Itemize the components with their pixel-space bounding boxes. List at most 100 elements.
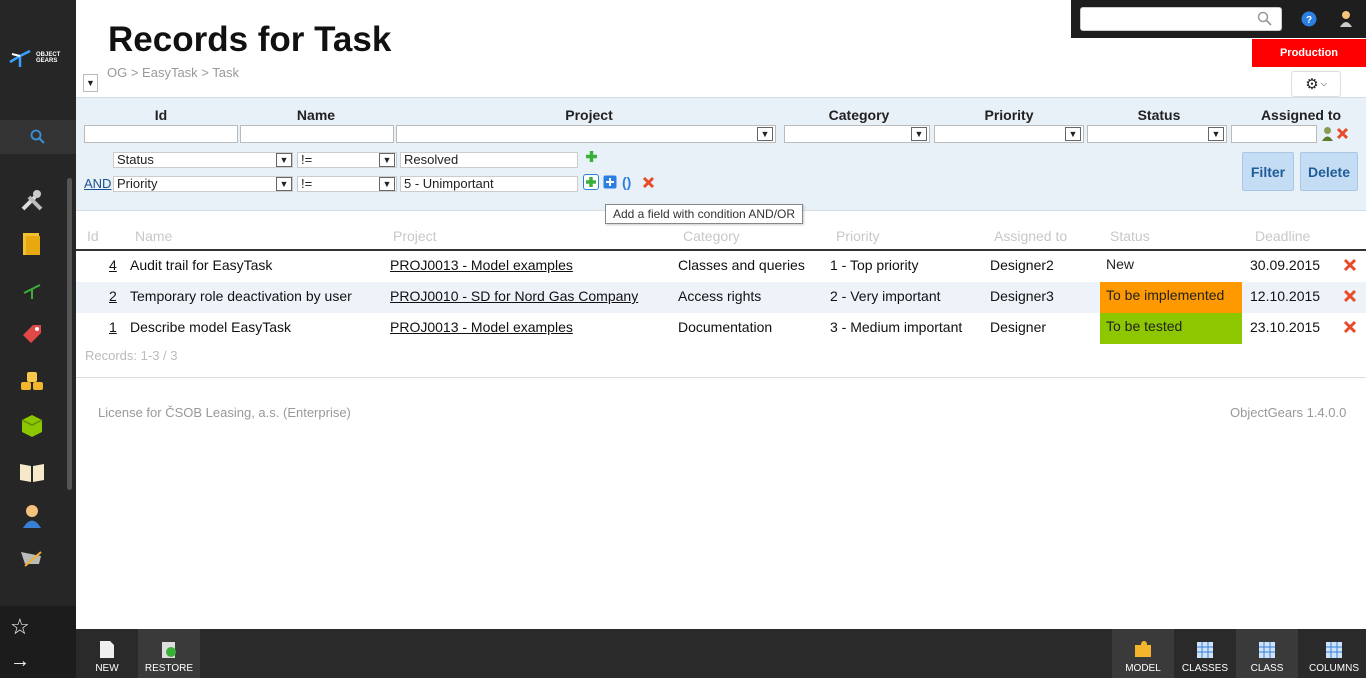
dropdown-arrow-icon[interactable]: ▼ (379, 177, 395, 191)
condition-connector[interactable]: AND (84, 176, 111, 191)
col-header-category[interactable]: Category (683, 228, 740, 244)
filter-name-input[interactable] (240, 125, 394, 143)
filter-button[interactable]: Filter (1242, 152, 1294, 191)
filter-header-status: Status (1137, 107, 1181, 123)
delete-row-icon[interactable] (1343, 258, 1357, 272)
sidebar-search[interactable] (0, 120, 76, 154)
parentheses-icon[interactable]: () (622, 174, 631, 190)
app-logo[interactable]: OBJECT GEARS (8, 44, 70, 72)
gears-icon[interactable] (18, 277, 46, 305)
dropdown-arrow-icon: ▼ (911, 127, 927, 141)
table-row[interactable]: 4 Audit trail for EasyTask PROJ0013 - Mo… (76, 251, 1366, 282)
dropdown-arrow-icon[interactable]: ▼ (276, 177, 292, 191)
row-priority: 3 - Medium important (830, 319, 963, 335)
table-row[interactable]: 2 Temporary role deactivation by user PR… (76, 282, 1366, 313)
add-and-or-button[interactable] (583, 174, 599, 190)
restore-icon (162, 642, 176, 658)
row-assigned: Designer (990, 319, 1047, 335)
search-icon (30, 129, 45, 144)
columns-button[interactable]: COLUMNS (1302, 629, 1366, 678)
breadcrumb[interactable]: OG > EasyTask > Task (107, 65, 239, 80)
condition-2-value[interactable]: 5 - Unimportant (400, 176, 578, 192)
row-priority: 1 - Top priority (830, 257, 919, 273)
columns-label: COLUMNS (1308, 663, 1359, 674)
tools-icon[interactable] (18, 186, 46, 214)
user-icon[interactable] (18, 502, 46, 530)
restore-label: RESTORE (144, 663, 194, 674)
table-icon (1259, 642, 1275, 658)
row-id[interactable]: 4 (109, 257, 117, 273)
cart-icon[interactable] (18, 546, 46, 574)
settings-button[interactable]: ⚙ ⌵ (1291, 71, 1341, 97)
add-subcondition-icon[interactable] (603, 175, 617, 189)
arrow-right-icon[interactable]: → (10, 650, 30, 673)
col-header-id[interactable]: Id (87, 228, 99, 244)
star-icon[interactable]: ☆ (10, 614, 30, 640)
row-project[interactable]: PROJ0013 - Model examples (390, 319, 573, 335)
classes-button[interactable]: CLASSES (1174, 629, 1236, 678)
row-deadline: 23.10.2015 (1250, 319, 1321, 335)
sidebar-bottom: ☆ → (0, 606, 76, 678)
restore-button[interactable]: RESTORE (138, 629, 200, 678)
filter-header-category: Category (828, 107, 890, 123)
row-status: New (1106, 256, 1135, 272)
help-icon[interactable]: ? (1301, 11, 1317, 27)
page-title: Records for Task (108, 20, 392, 59)
grid-header: Id Name Project Category Priority Assign… (76, 224, 1366, 251)
user-select-icon[interactable] (1321, 126, 1334, 141)
delete-filter-button[interactable]: Delete (1300, 152, 1358, 191)
add-condition-icon (586, 177, 596, 187)
row-name: Describe model EasyTask (130, 319, 292, 335)
delete-row-icon[interactable] (1343, 289, 1357, 303)
row-id[interactable]: 1 (109, 319, 117, 335)
filter-assigned-input[interactable] (1231, 125, 1317, 143)
row-assigned: Designer3 (990, 288, 1054, 304)
filter-category-select[interactable]: ▼ (784, 125, 930, 143)
class-button[interactable]: CLASS (1236, 629, 1298, 678)
add-condition-icon[interactable] (585, 150, 598, 163)
sidebar: OBJECT GEARS ☆ → (0, 0, 76, 678)
condition-1-value[interactable]: Resolved (400, 152, 578, 168)
dropdown-arrow-icon[interactable]: ▼ (276, 153, 292, 167)
row-id[interactable]: 2 (109, 288, 117, 304)
user-account-icon[interactable] (1339, 10, 1353, 27)
search-input[interactable] (1080, 7, 1282, 31)
search-icon[interactable] (1257, 11, 1272, 26)
new-label: NEW (95, 663, 119, 674)
filter-status-select[interactable]: ▼ (1087, 125, 1227, 143)
sidebar-scrollbar[interactable] (67, 178, 72, 490)
col-header-assigned[interactable]: Assigned to (994, 228, 1067, 244)
row-category: Access rights (678, 288, 762, 304)
filter-priority-select[interactable]: ▼ (934, 125, 1084, 143)
col-header-name[interactable]: Name (135, 228, 172, 244)
new-button[interactable]: NEW (76, 629, 138, 678)
clear-icon[interactable] (1336, 127, 1349, 140)
condition-1-field[interactable]: Status (113, 152, 293, 168)
col-header-project[interactable]: Project (393, 228, 437, 244)
dropdown-arrow-icon[interactable]: ▼ (379, 153, 395, 167)
logo-text-2: GEARS (36, 58, 58, 64)
book-icon[interactable] (18, 458, 46, 486)
caret-down-icon: ▼ (86, 78, 95, 88)
filter-id-input[interactable] (84, 125, 238, 143)
columns-icon (1326, 642, 1342, 658)
col-header-deadline[interactable]: Deadline (1255, 228, 1310, 244)
coins-icon[interactable] (18, 366, 46, 394)
folder-icon[interactable] (18, 230, 46, 258)
divider (76, 377, 1366, 378)
table-row[interactable]: 1 Describe model EasyTask PROJ0013 - Mod… (76, 313, 1366, 344)
condition-2-field[interactable]: Priority (113, 176, 293, 192)
row-project[interactable]: PROJ0013 - Model examples (390, 257, 573, 273)
filter-project-select[interactable]: ▼ (396, 125, 776, 143)
col-header-status[interactable]: Status (1110, 228, 1150, 244)
model-button[interactable]: MODEL (1112, 629, 1174, 678)
package-icon[interactable] (18, 412, 46, 440)
row-project[interactable]: PROJ0010 - SD for Nord Gas Company (390, 288, 638, 304)
breadcrumb-toggle[interactable]: ▼ (83, 74, 98, 92)
col-header-priority[interactable]: Priority (836, 228, 880, 244)
remove-condition-icon[interactable] (642, 176, 655, 189)
filter-header-project: Project (565, 107, 613, 123)
row-category: Classes and queries (678, 257, 805, 273)
delete-row-icon[interactable] (1343, 320, 1357, 334)
tag-icon[interactable] (18, 320, 46, 348)
